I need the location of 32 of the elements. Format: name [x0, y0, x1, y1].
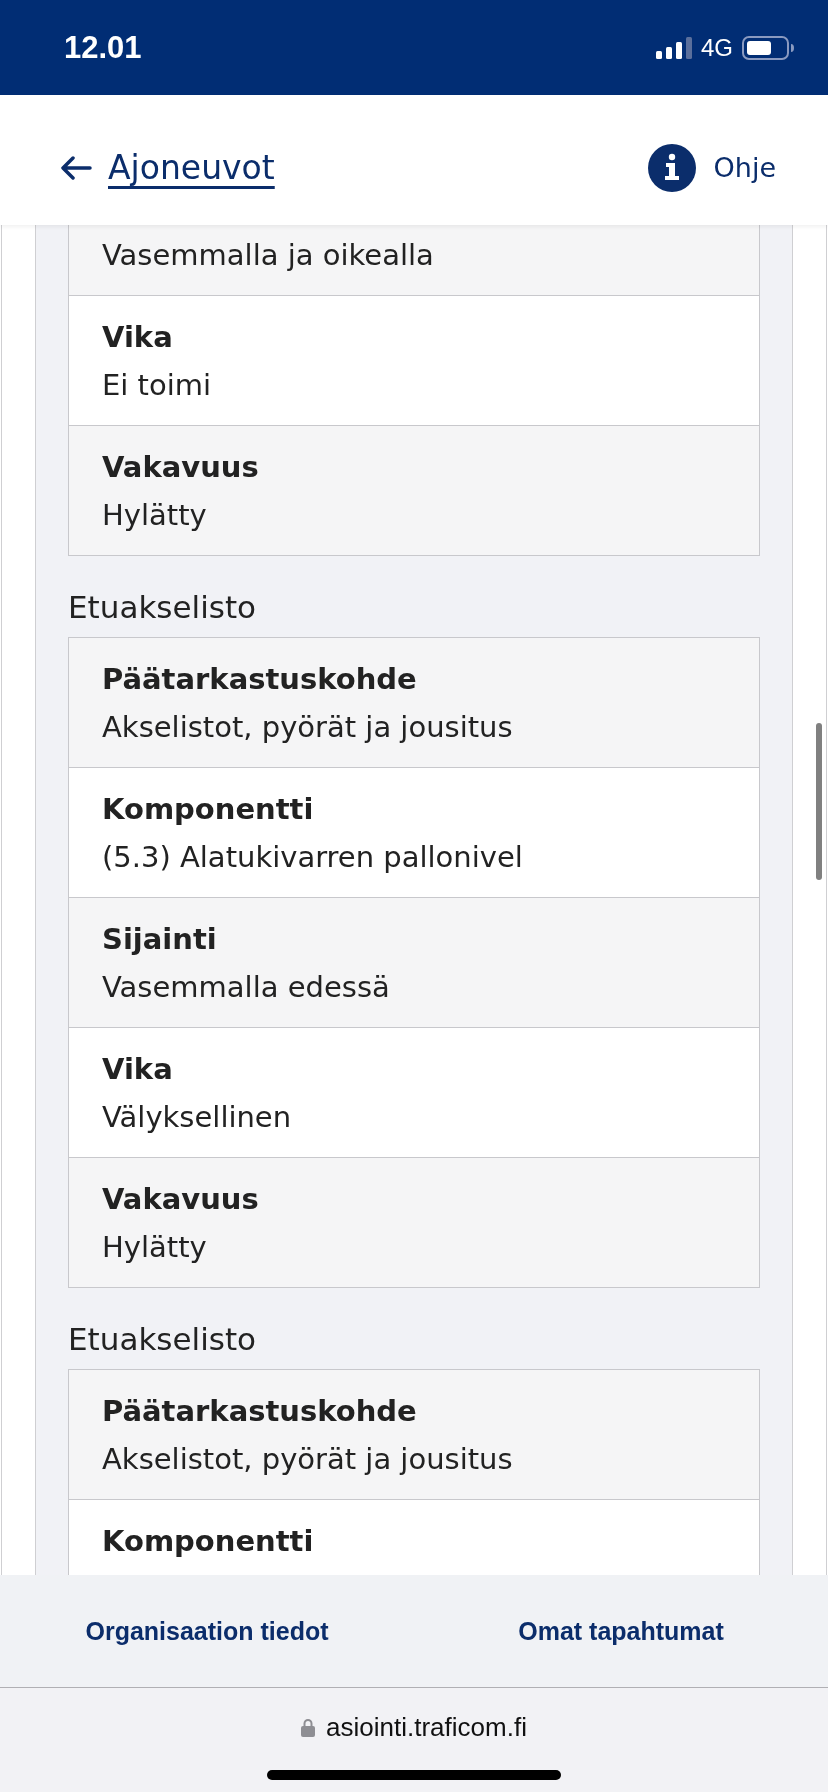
status-time: 12.01: [64, 29, 142, 66]
field-value: Ei toimi: [102, 367, 213, 404]
info-icon: [647, 144, 696, 192]
field-label: Komponentti: [102, 791, 315, 828]
lock-icon: [301, 1717, 316, 1737]
field-value: Akselistot, pyörät ja jousitus: [102, 709, 514, 746]
battery-icon: [742, 35, 794, 60]
network-label: 4G: [701, 33, 733, 62]
field-value: Vasemmalla edessä: [102, 969, 391, 1006]
section-heading: Etuakselisto: [68, 1320, 258, 1359]
field-value: Akselistot, pyörät ja jousitus: [102, 1441, 514, 1478]
url-text[interactable]: asiointi.traficom.fi: [326, 1712, 527, 1742]
field-label: Vakavuus: [102, 449, 260, 486]
field-label: Vika: [102, 319, 174, 356]
back-link[interactable]: Ajoneuvot: [60, 147, 275, 189]
field-label: Komponentti: [102, 1523, 315, 1560]
field-value: (5.3) Alatukivarren pallonivel: [102, 839, 524, 876]
field-label: Sijainti: [102, 921, 218, 958]
field-label: Päätarkastuskohde: [102, 661, 418, 698]
field-label: Vakavuus: [102, 1181, 260, 1218]
field-value: Vasemmalla ja oikealla: [102, 237, 435, 274]
field-label: Vika: [102, 1051, 174, 1088]
help-button[interactable]: Ohje: [647, 144, 776, 192]
nav-link[interactable]: Organisaation tiedot: [85, 1616, 329, 1646]
section-heading: Etuakselisto: [68, 588, 258, 627]
field-value: Välyksellinen: [102, 1099, 293, 1136]
arrow-left-icon: [60, 156, 92, 180]
field-label: Päätarkastuskohde: [102, 1393, 418, 1430]
field-value: Hylätty: [102, 1229, 208, 1266]
signal-icon: [656, 36, 692, 59]
nav-link[interactable]: Omat tapahtumat: [518, 1616, 724, 1646]
field-value: Hylätty: [102, 497, 208, 534]
